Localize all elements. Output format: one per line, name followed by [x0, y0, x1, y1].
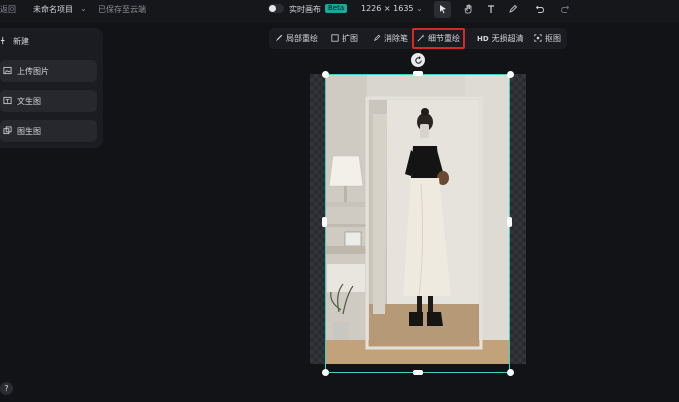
text-to-image-label: 文生图: [17, 96, 41, 106]
new-header[interactable]: 新建: [0, 36, 29, 47]
left-panel: 新建 上传图片 文生图 图生图: [0, 28, 103, 148]
beta-badge: Beta: [325, 4, 348, 13]
eraser-pen-icon: [373, 34, 381, 44]
help-icon: ?: [4, 384, 9, 393]
eraser-label: 消除笔: [384, 34, 408, 43]
hand-icon[interactable]: [461, 2, 475, 16]
detail-wand-icon: [417, 33, 425, 44]
image-to-image-icon: [3, 125, 12, 137]
cursor-icon[interactable]: [436, 2, 450, 16]
new-icon: [0, 36, 9, 47]
expand-icon: [331, 33, 339, 44]
eraser-tool-button[interactable]: 消除笔: [373, 29, 408, 48]
rotate-handle[interactable]: [411, 53, 425, 67]
redo-icon[interactable]: [558, 2, 572, 16]
image-upload-icon: [3, 66, 12, 77]
text-to-image-button[interactable]: 文生图: [0, 90, 97, 112]
image-to-image-label: 图生图: [17, 126, 41, 136]
realtime-canvas-label: 实时画布: [289, 5, 321, 14]
resize-handle-bottom-right[interactable]: [507, 369, 514, 376]
chevron-down-icon[interactable]: ⌄: [80, 4, 87, 13]
upload-image-button[interactable]: 上传图片: [0, 60, 97, 82]
cutout-icon: [534, 33, 542, 44]
back-button[interactable]: 返回: [0, 4, 16, 15]
pen-icon[interactable]: [506, 2, 520, 16]
rotate-icon: [414, 55, 422, 64]
undo-icon[interactable]: [533, 2, 547, 16]
text-icon[interactable]: [484, 2, 498, 16]
resize-handle-bottom-left[interactable]: [322, 369, 329, 376]
expand-tool-button[interactable]: 扩图: [331, 29, 358, 48]
resize-handle-top-left[interactable]: [322, 71, 329, 78]
resize-handle-bottom[interactable]: [413, 370, 423, 375]
text-to-image-icon: [3, 96, 12, 107]
inpaint-tool-button[interactable]: 局部重绘: [275, 29, 318, 48]
cutout-label: 抠图: [545, 34, 561, 43]
canvas-size[interactable]: 1226 × 1635: [361, 4, 414, 13]
resize-handle-right[interactable]: [507, 217, 512, 227]
cutout-tool-button[interactable]: 抠图: [534, 29, 561, 48]
hd-icon: HD: [477, 34, 489, 43]
detail-redraw-tool-button[interactable]: 细节重绘: [412, 28, 465, 49]
image-tools-bar: 局部重绘 扩图 消除笔 细节重绘 HD 无损超清 抠图: [269, 28, 567, 49]
resize-handle-left[interactable]: [322, 217, 327, 227]
help-button[interactable]: ?: [0, 382, 13, 395]
inpaint-label: 局部重绘: [286, 34, 318, 43]
save-status: 已保存至云端: [98, 5, 146, 14]
detail-redraw-label: 细节重绘: [428, 34, 460, 43]
hd-upscale-label: 无损超清: [491, 34, 524, 43]
realtime-canvas-toggle[interactable]: [268, 4, 284, 13]
selection-box[interactable]: [325, 74, 510, 373]
expand-label: 扩图: [342, 34, 358, 43]
hd-upscale-tool-button[interactable]: HD 无损超清: [477, 29, 524, 48]
new-label: 新建: [13, 37, 29, 46]
resize-handle-top-right[interactable]: [507, 71, 514, 78]
project-name[interactable]: 未命名项目: [33, 4, 73, 15]
resize-handle-top[interactable]: [413, 71, 423, 76]
top-bar: 返回 未命名项目 ⌄ 已保存至云端 实时画布 Beta 1226 × 1635 …: [0, 0, 679, 22]
image-to-image-button[interactable]: 图生图: [0, 120, 97, 142]
brush-icon: [275, 34, 283, 44]
upload-image-label: 上传图片: [17, 66, 49, 76]
chevron-down-icon[interactable]: ⌄: [416, 4, 423, 13]
